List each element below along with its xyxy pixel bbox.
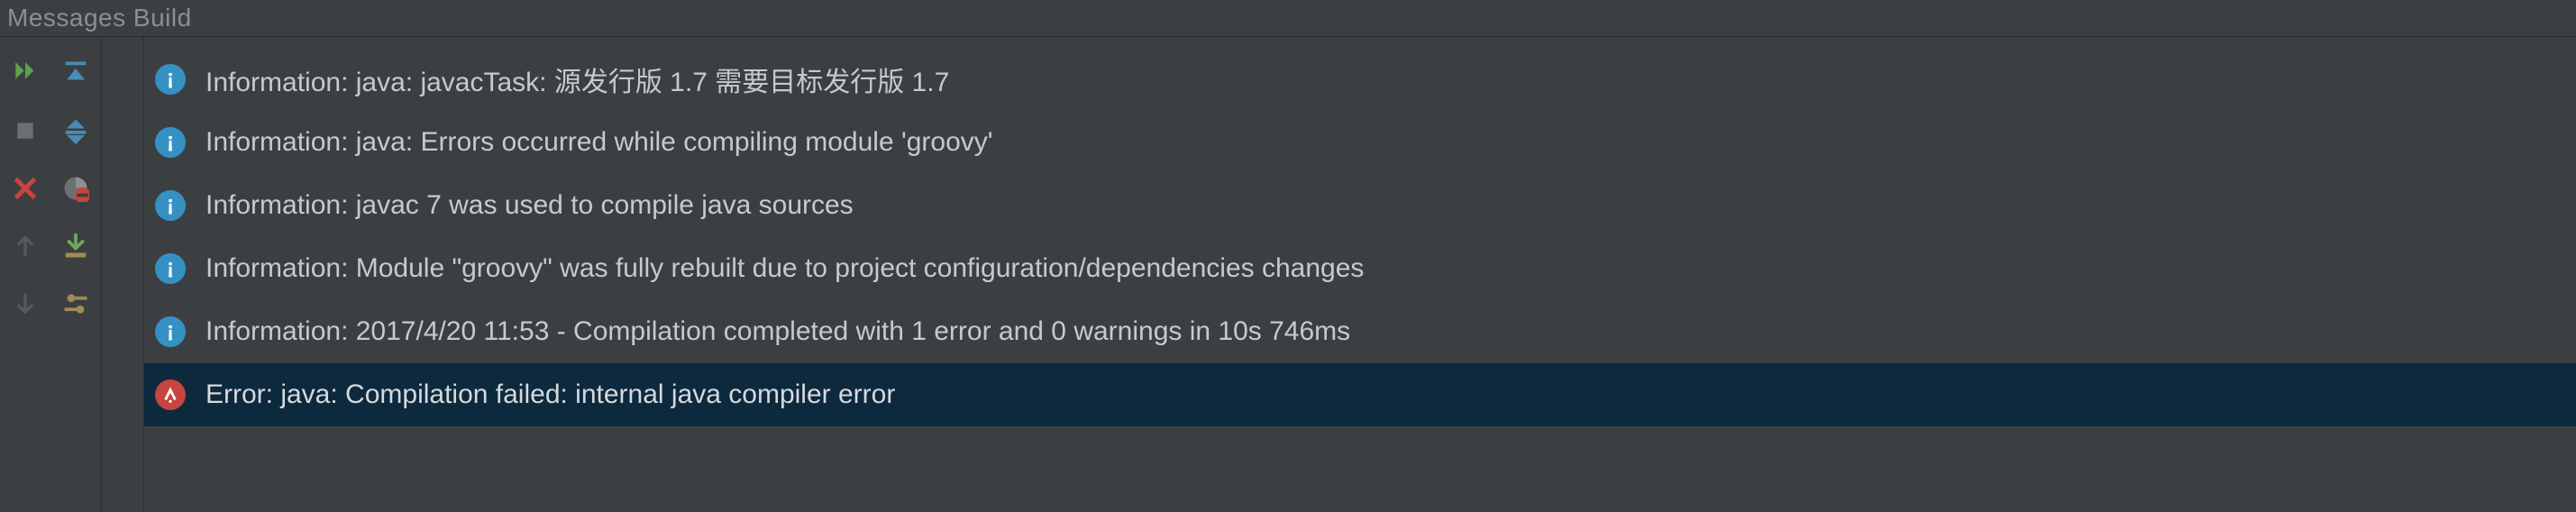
prev-message-button[interactable] (7, 228, 43, 264)
rerun-button[interactable] (7, 55, 43, 91)
info-icon (155, 64, 186, 95)
message-row[interactable]: Information: javac 7 was used to compile… (144, 174, 2576, 237)
toolbar-left (0, 37, 50, 512)
message-row[interactable]: Information: java: Errors occurred while… (144, 111, 2576, 174)
info-icon (155, 316, 186, 347)
settings-button[interactable] (58, 286, 94, 322)
message-text: Information: Module "groovy" was fully r… (206, 253, 1364, 284)
toolbar-right (50, 37, 101, 512)
messages-list: Information: java: javacTask: 源发行版 1.7 需… (144, 37, 2576, 512)
message-text: Information: java: javacTask: 源发行版 1.7 需… (206, 59, 949, 99)
message-row[interactable]: Information: Module "groovy" was fully r… (144, 237, 2576, 300)
message-row[interactable]: Information: java: javacTask: 源发行版 1.7 需… (144, 48, 2576, 111)
message-text: Information: 2017/4/20 11:53 - Compilati… (206, 316, 1350, 347)
collapse-all-button[interactable] (58, 113, 94, 149)
panel-title-text: Messages Build (7, 4, 192, 32)
stop-button[interactable] (7, 113, 43, 149)
export-button[interactable] (58, 228, 94, 264)
message-text: Information: javac 7 was used to compile… (206, 190, 854, 221)
next-message-button[interactable] (7, 286, 43, 322)
filter-errors-button[interactable] (58, 170, 94, 206)
message-row[interactable]: Error: java: Compilation failed: interna… (144, 363, 2576, 426)
info-icon (155, 127, 186, 158)
panel-title: Messages Build (0, 0, 2576, 36)
message-text: Error: java: Compilation failed: interna… (206, 379, 895, 410)
message-row[interactable]: Information: 2017/4/20 11:53 - Compilati… (144, 300, 2576, 363)
message-text: Information: java: Errors occurred while… (206, 127, 993, 158)
info-icon (155, 253, 186, 284)
close-button[interactable] (7, 170, 43, 206)
tree-gutter (101, 37, 144, 512)
panel-body: Information: java: javacTask: 源发行版 1.7 需… (0, 36, 2576, 512)
info-icon (155, 190, 186, 221)
expand-all-button[interactable] (58, 55, 94, 91)
error-icon (155, 379, 186, 410)
